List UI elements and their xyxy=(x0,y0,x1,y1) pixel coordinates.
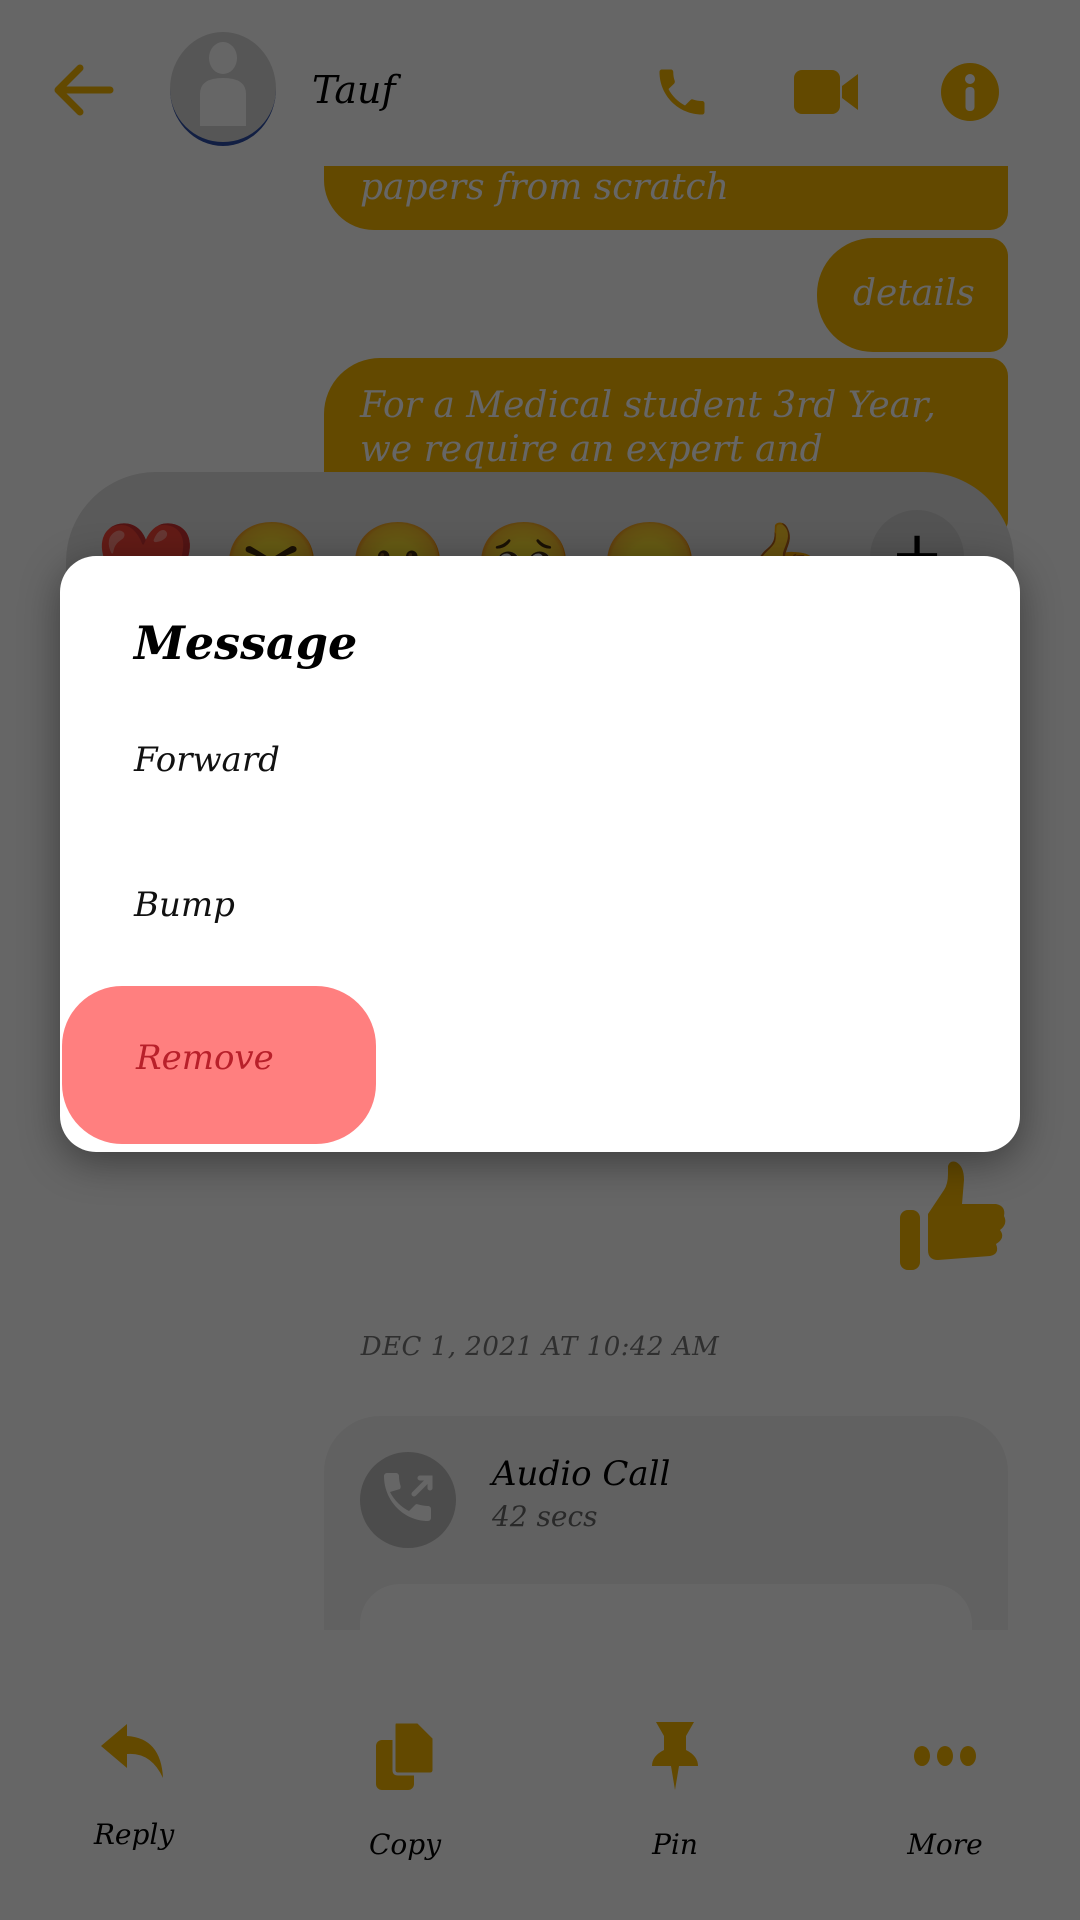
menu-item-remove[interactable]: Remove xyxy=(62,986,376,1144)
dialog-title: Message xyxy=(134,616,358,670)
menu-item-forward[interactable]: Forward xyxy=(60,696,374,836)
chat-screen: Tauf papers from scratch details For a xyxy=(0,0,1080,1920)
bump-label: Bump xyxy=(134,885,235,925)
forward-label: Forward xyxy=(134,740,280,780)
menu-item-bump[interactable]: Bump xyxy=(60,841,374,981)
message-options-dialog: Message Forward Bump Remove xyxy=(60,556,1020,1152)
remove-label: Remove xyxy=(136,1038,274,1078)
